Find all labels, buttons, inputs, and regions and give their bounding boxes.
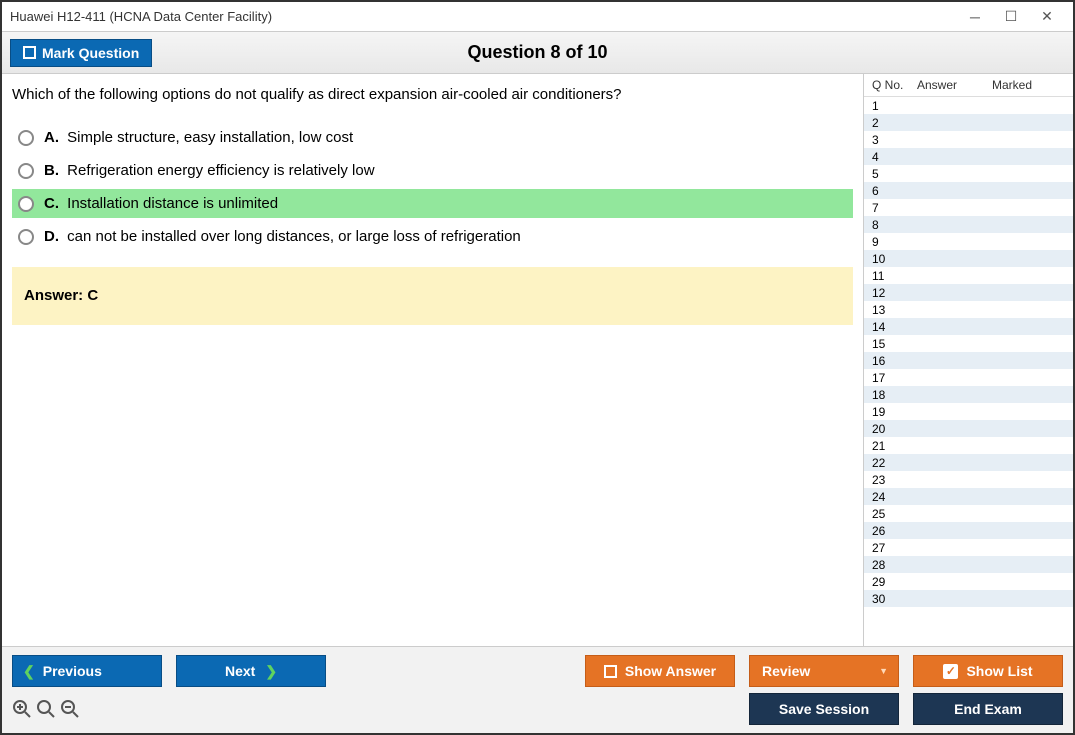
show-list-label: Show List <box>966 663 1032 679</box>
question-row[interactable]: 11 <box>864 267 1073 284</box>
question-row[interactable]: 27 <box>864 539 1073 556</box>
option-text: D. can not be installed over long distan… <box>44 228 521 245</box>
chevron-left-icon: ❮ <box>23 663 35 680</box>
option-text: A. Simple structure, easy installation, … <box>44 129 353 146</box>
question-list-body[interactable]: 1234567891011121314151617181920212223242… <box>864 97 1073 646</box>
question-row[interactable]: 18 <box>864 386 1073 403</box>
checkbox-checked-icon: ✓ <box>943 664 958 679</box>
question-row[interactable]: 15 <box>864 335 1073 352</box>
question-row[interactable]: 5 <box>864 165 1073 182</box>
question-row[interactable]: 6 <box>864 182 1073 199</box>
option-b[interactable]: B. Refrigeration energy efficiency is re… <box>12 156 853 185</box>
question-row[interactable]: 10 <box>864 250 1073 267</box>
option-d[interactable]: D. can not be installed over long distan… <box>12 222 853 251</box>
chevron-right-icon: ❯ <box>265 663 277 680</box>
option-text: C. Installation distance is unlimited <box>44 195 278 212</box>
window-title: Huawei H12-411 (HCNA Data Center Facilit… <box>10 9 272 24</box>
question-row[interactable]: 22 <box>864 454 1073 471</box>
mark-question-button[interactable]: Mark Question <box>10 39 152 67</box>
end-exam-button[interactable]: End Exam <box>913 693 1063 725</box>
question-row[interactable]: 20 <box>864 420 1073 437</box>
header-answer: Answer <box>917 78 992 92</box>
question-row[interactable]: 19 <box>864 403 1073 420</box>
question-row[interactable]: 2 <box>864 114 1073 131</box>
zoom-out-icon[interactable] <box>60 699 80 719</box>
question-row[interactable]: 29 <box>864 573 1073 590</box>
checkbox-empty-icon <box>23 46 36 59</box>
content-area: Which of the following options do not qu… <box>2 74 1073 646</box>
footer-row-2: Save Session End Exam <box>12 693 1063 725</box>
close-button[interactable]: ✕ <box>1029 3 1065 31</box>
question-row[interactable]: 23 <box>864 471 1073 488</box>
question-row[interactable]: 24 <box>864 488 1073 505</box>
footer: ❮ Previous Next ❯ Show Answer Review ▼ ✓… <box>2 646 1073 733</box>
question-panel: Which of the following options do not qu… <box>2 74 863 646</box>
header-qno: Q No. <box>872 78 917 92</box>
review-dropdown[interactable]: Review ▼ <box>749 655 899 687</box>
show-answer-button[interactable]: Show Answer <box>585 655 735 687</box>
question-row[interactable]: 16 <box>864 352 1073 369</box>
answer-label: Answer: C <box>24 287 98 304</box>
footer-row-1: ❮ Previous Next ❯ Show Answer Review ▼ ✓… <box>12 655 1063 687</box>
previous-label: Previous <box>43 663 102 679</box>
question-row[interactable]: 17 <box>864 369 1073 386</box>
previous-button[interactable]: ❮ Previous <box>12 655 162 687</box>
question-row[interactable]: 4 <box>864 148 1073 165</box>
question-row[interactable]: 14 <box>864 318 1073 335</box>
question-row[interactable]: 3 <box>864 131 1073 148</box>
question-row[interactable]: 7 <box>864 199 1073 216</box>
option-text: B. Refrigeration energy efficiency is re… <box>44 162 375 179</box>
next-label: Next <box>225 663 255 679</box>
zoom-controls <box>12 699 80 719</box>
maximize-button[interactable]: ☐ <box>993 3 1029 31</box>
toolbar: Mark Question Question 8 of 10 <box>2 32 1073 74</box>
zoom-reset-icon[interactable] <box>36 699 56 719</box>
question-row[interactable]: 8 <box>864 216 1073 233</box>
question-row[interactable]: 25 <box>864 505 1073 522</box>
radio-icon <box>18 130 34 146</box>
show-answer-label: Show Answer <box>625 663 716 679</box>
radio-icon <box>18 229 34 245</box>
question-counter: Question 8 of 10 <box>467 42 607 63</box>
app-window: Huawei H12-411 (HCNA Data Center Facilit… <box>0 0 1075 735</box>
minimize-button[interactable]: ─ <box>957 3 993 31</box>
question-list-header: Q No. Answer Marked <box>864 74 1073 97</box>
question-row[interactable]: 13 <box>864 301 1073 318</box>
show-list-button[interactable]: ✓ Show List <box>913 655 1063 687</box>
save-session-button[interactable]: Save Session <box>749 693 899 725</box>
options-list: A. Simple structure, easy installation, … <box>12 123 853 251</box>
answer-box: Answer: C <box>12 267 853 325</box>
question-row[interactable]: 9 <box>864 233 1073 250</box>
mark-question-label: Mark Question <box>42 45 139 61</box>
option-a[interactable]: A. Simple structure, easy installation, … <box>12 123 853 152</box>
question-row[interactable]: 21 <box>864 437 1073 454</box>
radio-icon <box>18 163 34 179</box>
question-row[interactable]: 28 <box>864 556 1073 573</box>
titlebar: Huawei H12-411 (HCNA Data Center Facilit… <box>2 2 1073 32</box>
window-controls: ─ ☐ ✕ <box>957 3 1065 31</box>
question-row[interactable]: 26 <box>864 522 1073 539</box>
question-row[interactable]: 12 <box>864 284 1073 301</box>
save-session-label: Save Session <box>779 701 869 717</box>
checkbox-empty-icon <box>604 665 617 678</box>
chevron-down-icon: ▼ <box>879 666 888 676</box>
zoom-in-icon[interactable] <box>12 699 32 719</box>
question-text: Which of the following options do not qu… <box>12 86 853 103</box>
next-button[interactable]: Next ❯ <box>176 655 326 687</box>
header-marked: Marked <box>992 78 1032 92</box>
question-row[interactable]: 30 <box>864 590 1073 607</box>
review-label: Review <box>762 663 810 679</box>
option-c[interactable]: C. Installation distance is unlimited <box>12 189 853 218</box>
end-exam-label: End Exam <box>954 701 1022 717</box>
question-row[interactable]: 1 <box>864 97 1073 114</box>
question-list-panel: Q No. Answer Marked 12345678910111213141… <box>863 74 1073 646</box>
radio-icon <box>18 196 34 212</box>
